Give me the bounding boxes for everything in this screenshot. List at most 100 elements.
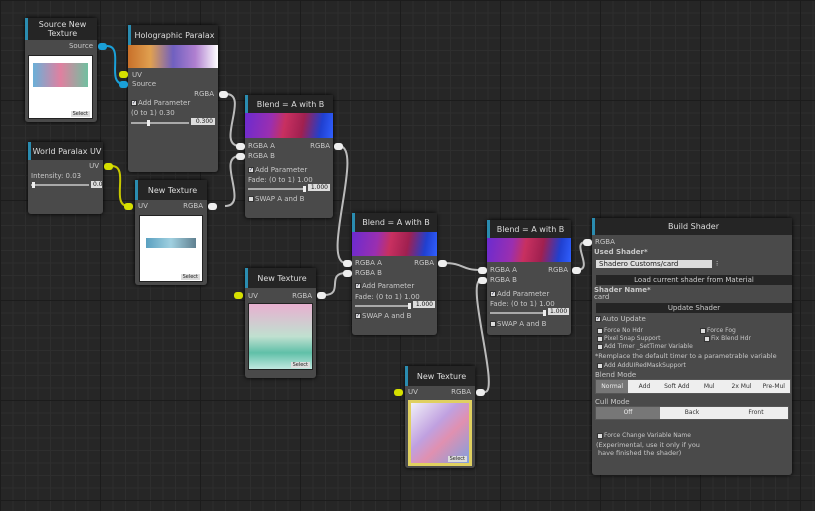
node-blend-1[interactable]: Blend = A with B RGBA A RGBA B RGBA ✓ Add…: [245, 95, 333, 218]
add-parameter-checkbox[interactable]: ✓ Add Parameter: [490, 290, 549, 298]
fade-slider[interactable]: [248, 186, 306, 192]
add-parameter-checkbox[interactable]: ✓ Add Parameter: [355, 282, 414, 290]
port-rgba-in[interactable]: [583, 239, 592, 246]
port-label-rgba-a: RGBA A: [490, 266, 517, 274]
fade-value-field[interactable]: 1.000: [413, 301, 435, 308]
node-world-paralax-uv[interactable]: World Paralax UV UV Intensity: 0.03 0.0: [28, 142, 103, 214]
fix-blend-hdr-checkbox[interactable]: Fix Blend Hdr: [704, 335, 751, 342]
texture-preview[interactable]: Select: [139, 215, 203, 282]
port-rgba-out[interactable]: [317, 292, 326, 299]
port-uv-in[interactable]: [124, 203, 133, 210]
port-uv-out[interactable]: [104, 163, 113, 170]
port-label-uv: UV: [248, 292, 258, 300]
node-title: New Texture: [135, 180, 207, 200]
port-rgba-out[interactable]: [572, 267, 581, 274]
port-label-uv: UV: [408, 388, 418, 396]
port-rgba-out[interactable]: [219, 91, 228, 98]
port-rgba-a-in[interactable]: [236, 143, 245, 150]
texture-preview[interactable]: Select: [248, 303, 313, 370]
node-preview: [245, 113, 333, 138]
port-label-uv: UV: [89, 162, 99, 170]
cull-mode-off[interactable]: Off: [596, 407, 660, 419]
texture-preview[interactable]: Select: [408, 400, 472, 466]
intensity-value-field[interactable]: 0.0: [91, 181, 103, 188]
port-rgba-b-in[interactable]: [343, 270, 352, 277]
port-label-rgba-b: RGBA B: [490, 276, 517, 284]
node-new-texture-2[interactable]: New Texture UV RGBA Select: [245, 268, 316, 378]
node-new-texture-1[interactable]: New Texture UV RGBA Select: [135, 180, 207, 285]
used-shader-label: Used Shader*: [594, 248, 648, 256]
blend-mode-soft-add[interactable]: Soft Add: [661, 380, 693, 393]
pixel-snap-checkbox[interactable]: Pixel Snap Support: [597, 335, 661, 342]
port-uv-in[interactable]: [234, 292, 243, 299]
shader-name-field[interactable]: card: [594, 294, 609, 301]
node-build-shader[interactable]: Build Shader RGBA Used Shader* Shadero C…: [592, 218, 792, 475]
select-button[interactable]: Select: [180, 274, 200, 280]
add-mask-checkbox[interactable]: Add AddUIRedMaskSupport: [597, 362, 686, 369]
wire-world-uv: [111, 165, 129, 207]
blend-mode-selector[interactable]: Normal Add Soft Add Mul 2x Mul Pre-Mul: [595, 379, 791, 394]
cull-mode-front[interactable]: Front: [724, 407, 788, 419]
add-parameter-checkbox[interactable]: ✓ Add Parameter: [131, 99, 190, 107]
port-source-in[interactable]: [119, 81, 128, 88]
port-label-rgba-b: RGBA B: [355, 269, 382, 277]
node-holographic-paralax[interactable]: Holographic Paralax UV Source RGBA ✓ Add …: [128, 25, 218, 172]
blend-mode-pre-mul[interactable]: Pre-Mul: [758, 380, 790, 393]
force-fog-checkbox[interactable]: Force Fog: [700, 327, 736, 334]
swap-checkbox[interactable]: SWAP A and B: [490, 320, 546, 328]
node-new-texture-3[interactable]: New Texture UV RGBA Select: [405, 366, 475, 468]
port-rgba-out[interactable]: [476, 389, 485, 396]
blend-mode-add[interactable]: Add: [628, 380, 660, 393]
port-rgba-out[interactable]: [208, 203, 217, 210]
port-rgba-b-in[interactable]: [478, 277, 487, 284]
port-uv-in[interactable]: [394, 389, 403, 396]
cull-mode-selector[interactable]: Off Back Front: [595, 406, 789, 420]
add-parameter-checkbox[interactable]: ✓ Add Parameter: [248, 166, 307, 174]
load-shader-button[interactable]: Load current shader from Material: [596, 275, 792, 285]
node-blend-2[interactable]: Blend = A with B RGBA A RGBA B RGBA ✓ Add…: [352, 213, 437, 335]
texture-preview[interactable]: Select: [28, 55, 93, 119]
node-title: Source New Texture: [25, 18, 97, 40]
wire-source: [106, 45, 125, 85]
port-rgba-a-in[interactable]: [478, 267, 487, 274]
cull-mode-label: Cull Mode: [595, 398, 630, 406]
node-blend-3[interactable]: Blend = A with B RGBA A RGBA B RGBA ✓ Add…: [487, 220, 571, 335]
port-label-uv: UV: [138, 202, 148, 210]
auto-update-checkbox[interactable]: ✓ Auto Update: [595, 315, 646, 323]
node-preview: [487, 238, 571, 262]
select-button[interactable]: Select: [447, 456, 467, 462]
blend-mode-2x-mul[interactable]: 2x Mul: [725, 380, 757, 393]
port-rgba-b-in[interactable]: [236, 153, 245, 160]
node-title: Holographic Paralax: [128, 25, 218, 45]
fade-slider[interactable]: [355, 303, 411, 309]
node-source-new-texture[interactable]: Source New Texture Source Select: [25, 18, 97, 122]
parameter-value-field[interactable]: 0.300: [191, 118, 215, 125]
port-rgba-out[interactable]: [334, 143, 343, 150]
fade-value-field[interactable]: 1.000: [548, 308, 569, 315]
blend-mode-normal[interactable]: Normal: [596, 380, 629, 393]
intensity-slider[interactable]: [31, 182, 89, 188]
blend-mode-mul[interactable]: Mul: [693, 380, 725, 393]
node-title: Build Shader: [592, 218, 792, 235]
fade-slider[interactable]: [490, 310, 546, 316]
cull-mode-back[interactable]: Back: [660, 407, 724, 419]
parameter-slider[interactable]: [131, 120, 189, 126]
port-uv-in[interactable]: [119, 71, 128, 78]
add-timer-checkbox[interactable]: Add Timer _SetTimer Variable: [597, 343, 693, 350]
object-picker-icon[interactable]: ⁝: [716, 260, 718, 268]
port-rgba-out[interactable]: [438, 260, 447, 267]
select-button[interactable]: Select: [70, 111, 90, 117]
force-no-hdr-checkbox[interactable]: Force No Hdr: [597, 327, 643, 334]
select-button[interactable]: Select: [290, 362, 310, 368]
force-change-variable-checkbox[interactable]: Force Change Variable Name: [597, 432, 691, 439]
node-preview: [128, 45, 218, 68]
swap-checkbox[interactable]: SWAP A and B: [248, 195, 304, 203]
used-shader-field[interactable]: Shadero Customs/card: [596, 260, 712, 268]
node-title: New Texture: [245, 268, 316, 288]
port-source-out[interactable]: [98, 43, 107, 50]
port-label-rgba: RGBA: [414, 259, 434, 267]
port-rgba-a-in[interactable]: [343, 260, 352, 267]
swap-checkbox[interactable]: ✓ SWAP A and B: [355, 312, 411, 320]
fade-value-field[interactable]: 1.000: [308, 184, 330, 191]
update-shader-button[interactable]: Update Shader: [596, 303, 792, 313]
